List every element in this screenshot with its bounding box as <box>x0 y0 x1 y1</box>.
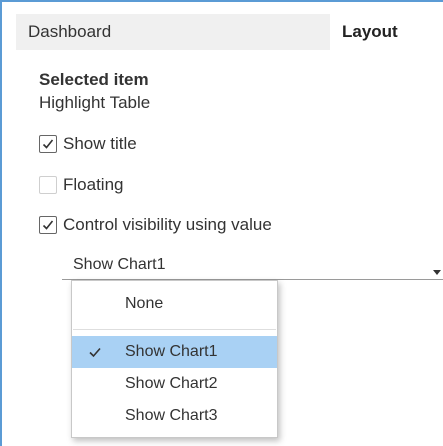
visibility-value-select[interactable]: Show Chart1 <box>62 250 443 280</box>
show-title-checkbox[interactable] <box>39 135 57 153</box>
control-visibility-option[interactable]: Control visibility using value <box>39 214 272 236</box>
floating-checkbox[interactable] <box>39 176 57 194</box>
dropdown-item-none[interactable]: None <box>72 288 277 320</box>
selected-item-heading: Selected item <box>39 70 149 89</box>
checkmark-icon <box>89 345 101 363</box>
floating-option[interactable]: Floating <box>39 174 123 196</box>
tab-layout[interactable]: Layout <box>330 14 429 50</box>
checkmark-icon <box>42 139 54 149</box>
checkmark-icon <box>42 220 54 230</box>
control-visibility-checkbox[interactable] <box>39 216 57 234</box>
show-title-label: Show title <box>63 134 137 153</box>
dropdown-item-label: Show Chart1 <box>125 343 218 360</box>
tab-dashboard[interactable]: Dashboard <box>16 14 330 50</box>
panel-tabs: Dashboard Layout <box>16 14 429 50</box>
dropdown-item-label: Show Chart3 <box>125 407 218 424</box>
dropdown-item-show-chart2[interactable]: Show Chart2 <box>72 368 277 400</box>
dropdown-item-label: None <box>125 295 164 312</box>
dropdown-item-show-chart1[interactable]: Show Chart1 <box>72 336 277 368</box>
dropdown-item-show-chart3[interactable]: Show Chart3 <box>72 400 277 432</box>
floating-label: Floating <box>63 175 124 194</box>
tab-dashboard-label: Dashboard <box>28 22 112 41</box>
caret-down-icon <box>433 262 441 280</box>
show-title-option[interactable]: Show title <box>39 133 137 155</box>
layout-panel: Dashboard Layout Selected item Highlight… <box>0 0 443 446</box>
visibility-value-current: Show Chart1 <box>73 256 166 273</box>
tab-layout-label: Layout <box>342 22 398 41</box>
selected-item-value: Highlight Table <box>39 93 151 112</box>
dropdown-item-label: Show Chart2 <box>125 375 218 392</box>
dropdown-divider <box>73 329 276 330</box>
control-visibility-label: Control visibility using value <box>63 215 272 234</box>
visibility-dropdown-menu: None Show Chart1 Show Chart2 Show Chart3 <box>71 280 278 438</box>
